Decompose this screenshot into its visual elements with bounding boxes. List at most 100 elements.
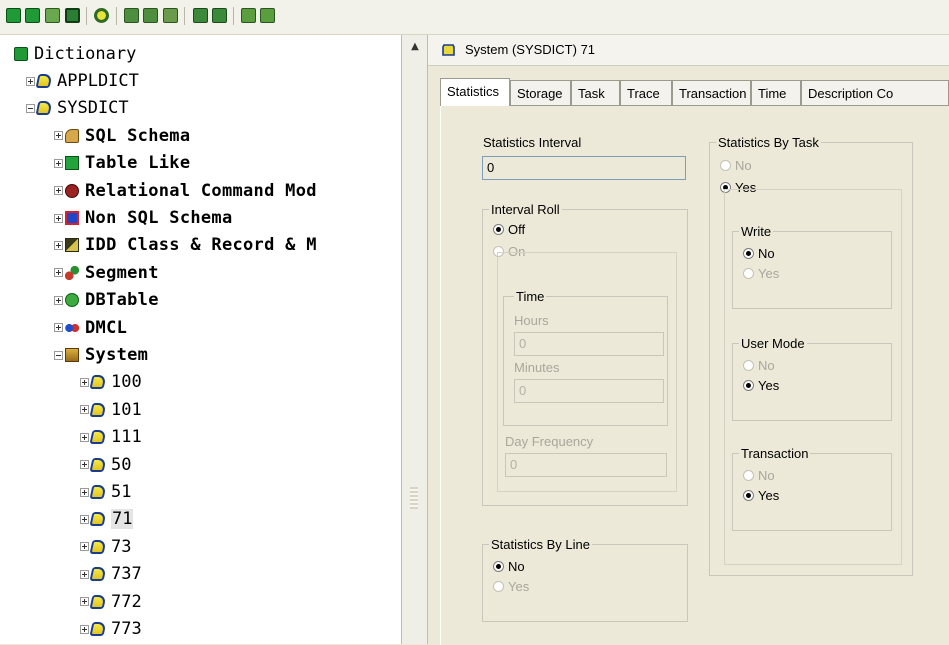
table-icon[interactable] (124, 8, 139, 23)
stop-icon[interactable] (65, 8, 80, 23)
tree-item-label: 50 (111, 454, 132, 475)
tab-trace[interactable]: Trace (620, 80, 672, 106)
green-db-icon[interactable] (6, 8, 21, 23)
table-icon[interactable] (143, 8, 158, 23)
user-mode-yes-radio[interactable]: Yes (743, 378, 779, 394)
tree-item[interactable]: 71 (80, 506, 134, 532)
write-no-radio[interactable]: No (743, 246, 775, 262)
tree-item[interactable]: APPLDICT (26, 68, 139, 94)
expand-icon[interactable] (80, 487, 89, 497)
tree-item[interactable]: 100 (80, 369, 142, 395)
refresh-icon[interactable] (94, 8, 109, 23)
radio-dot (720, 160, 731, 171)
tree-item[interactable]: Table Like (54, 150, 190, 176)
tree-item[interactable]: 737 (80, 561, 142, 587)
tree-item-label: Segment (85, 262, 159, 283)
expand-icon[interactable] (80, 377, 89, 387)
hours-label: Hours (514, 313, 549, 328)
expand-icon[interactable] (54, 158, 63, 168)
db-grid-icon[interactable] (45, 8, 60, 23)
sql-schema-icon (65, 128, 79, 143)
collapse-icon[interactable] (26, 103, 35, 113)
green-db-icon[interactable] (25, 8, 40, 23)
tree-item-label: 101 (111, 399, 142, 420)
expand-icon[interactable] (80, 405, 89, 415)
expand-icon[interactable] (80, 542, 89, 552)
tree-item[interactable]: 73 (80, 534, 131, 560)
toolbar (0, 0, 949, 35)
collapse-icon[interactable] (54, 350, 63, 360)
tree-item[interactable]: 111 (80, 424, 142, 450)
user-mode-no-radio[interactable]: No (743, 358, 775, 374)
interval-roll-off-radio[interactable]: Off (493, 222, 525, 238)
tree-item-label: Table Like (85, 153, 191, 174)
statistics-by-line-title: Statistics By Line (489, 537, 592, 552)
tree-item[interactable]: 50 (80, 452, 131, 478)
statistics-interval-label: Statistics Interval (483, 135, 582, 150)
minutes-field[interactable]: 0 (514, 379, 664, 403)
tree-item[interactable]: System (54, 342, 148, 368)
radio-dot (743, 268, 754, 279)
tree-root-dictionary[interactable]: Dictionary (14, 41, 136, 67)
node-icon[interactable] (241, 8, 256, 23)
expand-icon[interactable] (80, 460, 89, 470)
tree-scrollbar[interactable]: ▲ (401, 35, 428, 644)
tab-transaction[interactable]: Transaction (672, 80, 751, 106)
tab-strip: Statistics Storage Task Trace Transaction Tim… (440, 78, 949, 106)
expand-icon[interactable] (54, 213, 63, 223)
tab-statistics[interactable]: Statistics (440, 78, 510, 106)
tree-item[interactable]: IDD Class & Record & M (54, 232, 317, 258)
expand-icon[interactable] (54, 186, 63, 196)
schema-icon[interactable] (212, 8, 227, 23)
tab-task[interactable]: Task (571, 80, 620, 106)
minutes-label: Minutes (514, 360, 560, 375)
radio-dot (493, 561, 504, 572)
splitter-grip[interactable] (410, 487, 418, 509)
tree-item[interactable]: Relational Command Mod (54, 178, 317, 204)
tree-item[interactable]: Non SQL Schema (54, 205, 233, 231)
dictionary-tree[interactable]: Dictionary APPLDICT SYSDICT SQL Schema Tabl… (0, 35, 401, 644)
expand-icon[interactable] (80, 569, 89, 579)
tree-item[interactable]: 51 (80, 479, 131, 505)
expand-icon[interactable] (54, 323, 63, 333)
tab-description-co[interactable]: Description Co (801, 80, 949, 106)
transaction-yes-radio[interactable]: Yes (743, 488, 779, 504)
radio-dot (743, 248, 754, 259)
tree-item[interactable]: 773 (80, 616, 142, 642)
transaction-no-radio[interactable]: No (743, 468, 775, 484)
scroll-up-icon[interactable]: ▲ (408, 41, 422, 53)
write-yes-radio[interactable]: Yes (743, 266, 779, 282)
tree-item[interactable]: DBTable (54, 287, 159, 313)
statistics-by-line-yes-radio[interactable]: Yes (493, 579, 529, 595)
statistics-by-line-no-radio[interactable]: No (493, 559, 525, 575)
tree-item[interactable]: DMCL (54, 315, 127, 341)
statistics-by-task-no-radio[interactable]: No (720, 158, 752, 174)
tree-item[interactable]: SQL Schema (54, 123, 190, 149)
hours-field[interactable]: 0 (514, 332, 664, 356)
expand-icon[interactable] (80, 432, 89, 442)
tree-item-label: 737 (111, 564, 142, 585)
node-icon[interactable] (260, 8, 275, 23)
expand-icon[interactable] (54, 295, 63, 305)
tree-item-label: 100 (111, 372, 142, 393)
expand-icon[interactable] (54, 268, 63, 278)
expand-icon[interactable] (26, 76, 35, 86)
tab-time[interactable]: Time (751, 80, 801, 106)
expand-icon[interactable] (80, 597, 89, 607)
tree-item[interactable]: Segment (54, 260, 159, 286)
tree-item[interactable]: 772 (80, 589, 142, 615)
table-icon[interactable] (163, 8, 178, 23)
expand-icon[interactable] (54, 131, 63, 141)
statistics-interval-field[interactable]: 0 (482, 156, 686, 180)
tree-item-label: DBTable (85, 290, 159, 311)
tree-item[interactable]: 101 (80, 397, 142, 423)
day-frequency-field[interactable]: 0 (505, 453, 667, 477)
expand-icon[interactable] (54, 240, 63, 250)
expand-icon[interactable] (80, 624, 89, 634)
tab-storage[interactable]: Storage (510, 80, 571, 106)
transaction-title: Transaction (739, 446, 811, 461)
expand-icon[interactable] (80, 514, 89, 524)
tree-item[interactable]: SYSDICT (26, 95, 129, 121)
schema-icon[interactable] (193, 8, 208, 23)
radio-dot (743, 490, 754, 501)
